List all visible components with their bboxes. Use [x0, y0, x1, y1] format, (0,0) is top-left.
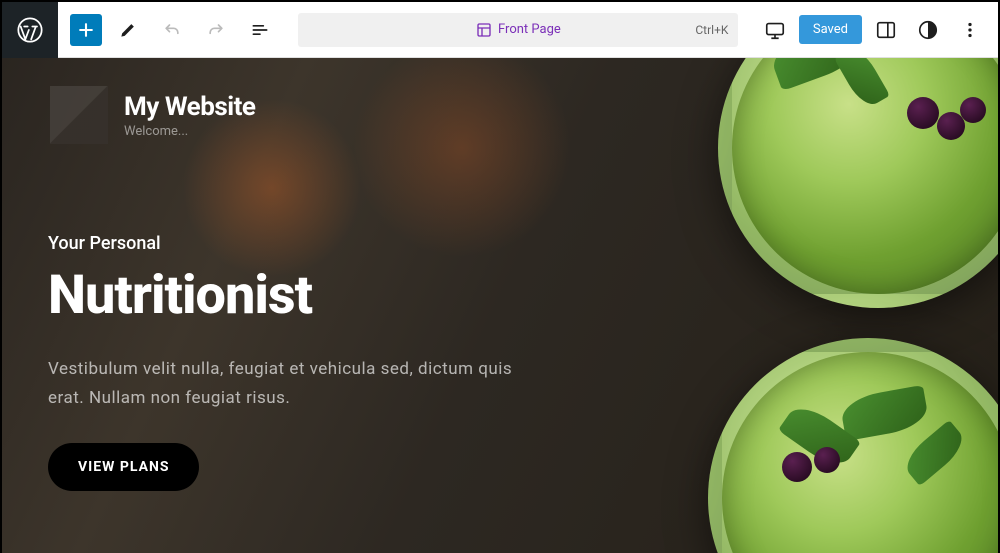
hero-title[interactable]: Nutritionist: [48, 264, 528, 327]
hero-section[interactable]: Your Personal Nutritionist Vestibulum ve…: [48, 233, 528, 491]
toolbar-center: Front Page Ctrl+K: [290, 13, 747, 47]
bg-blur-decoration: [352, 58, 572, 258]
add-block-button[interactable]: [70, 14, 102, 46]
site-header[interactable]: My Website Welcome...: [50, 86, 255, 144]
plus-icon: [76, 20, 96, 40]
styles-button[interactable]: [910, 12, 946, 48]
undo-icon: [162, 20, 182, 40]
view-button[interactable]: [757, 12, 793, 48]
hero-eyebrow[interactable]: Your Personal: [48, 233, 528, 254]
more-vertical-icon: [959, 19, 981, 41]
hero-image-jar: [708, 338, 998, 553]
hero-description[interactable]: Vestibulum velit nulla, feugiat et vehic…: [48, 355, 528, 413]
cta-button[interactable]: VIEW PLANS: [48, 443, 199, 491]
redo-button[interactable]: [198, 12, 234, 48]
site-logo-placeholder[interactable]: [50, 86, 108, 144]
site-title[interactable]: My Website: [124, 92, 255, 122]
sidebar-icon: [875, 19, 897, 41]
site-identity: My Website Welcome...: [124, 92, 255, 139]
saved-button[interactable]: Saved: [799, 15, 862, 44]
document-overview-button[interactable]: [242, 12, 278, 48]
current-page-name: Front Page: [498, 22, 561, 37]
editor-toolbar: Front Page Ctrl+K Saved: [2, 2, 998, 58]
hero-image-jar: [718, 58, 998, 308]
list-icon: [250, 20, 270, 40]
saved-label: Saved: [813, 22, 848, 37]
options-button[interactable]: [952, 12, 988, 48]
undo-button[interactable]: [154, 12, 190, 48]
cta-label: VIEW PLANS: [78, 459, 169, 475]
page-selector-label: Front Page: [476, 22, 561, 38]
pencil-icon: [118, 20, 138, 40]
site-tagline[interactable]: Welcome...: [124, 124, 255, 139]
redo-icon: [206, 20, 226, 40]
desktop-icon: [764, 19, 786, 41]
editor-canvas[interactable]: My Website Welcome... Your Personal Nutr…: [2, 58, 998, 553]
shortcut-hint: Ctrl+K: [695, 23, 728, 37]
toolbar-left-group: [58, 12, 290, 48]
toolbar-right-group: Saved: [747, 12, 998, 48]
edit-tool-button[interactable]: [110, 12, 146, 48]
sidebar-toggle-button[interactable]: [868, 12, 904, 48]
contrast-icon: [917, 19, 939, 41]
wordpress-logo[interactable]: [2, 2, 58, 58]
page-selector[interactable]: Front Page Ctrl+K: [298, 13, 738, 47]
layout-icon: [476, 22, 492, 38]
